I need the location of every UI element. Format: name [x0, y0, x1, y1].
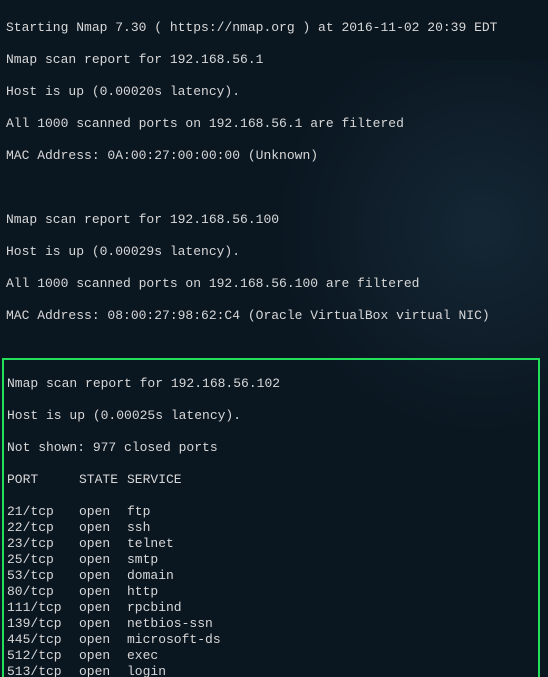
port-table-row: 445/tcpopenmicrosoft-ds — [7, 632, 536, 648]
blank-line — [6, 180, 542, 196]
mac-line: MAC Address: 08:00:27:98:62:C4 (Oracle V… — [6, 308, 542, 324]
host-up-line: Host is up (0.00025s latency). — [7, 408, 536, 424]
state-cell: open — [79, 568, 127, 584]
host-up-line: Host is up (0.00029s latency). — [6, 244, 542, 260]
service-cell: exec — [127, 648, 158, 664]
port-table-row: 25/tcpopensmtp — [7, 552, 536, 568]
port-cell: 25/tcp — [7, 552, 79, 568]
service-cell: domain — [127, 568, 174, 584]
port-cell: 23/tcp — [7, 536, 79, 552]
service-cell: ssh — [127, 520, 150, 536]
state-cell: open — [79, 536, 127, 552]
state-cell: open — [79, 648, 127, 664]
scan-report-line: Nmap scan report for 192.168.56.100 — [6, 212, 542, 228]
service-cell: http — [127, 584, 158, 600]
state-cell: open — [79, 664, 127, 677]
port-table-row: 512/tcpopenexec — [7, 648, 536, 664]
port-cell: 80/tcp — [7, 584, 79, 600]
port-table-row: 111/tcpopenrpcbind — [7, 600, 536, 616]
port-cell: 139/tcp — [7, 616, 79, 632]
service-cell: login — [127, 664, 166, 677]
col-service: SERVICE — [127, 472, 182, 488]
port-table-header: PORTSTATESERVICE — [7, 472, 536, 488]
not-shown-line: Not shown: 977 closed ports — [7, 440, 536, 456]
terminal-output: Starting Nmap 7.30 ( https://nmap.org ) … — [0, 0, 548, 677]
port-cell: 111/tcp — [7, 600, 79, 616]
service-cell: smtp — [127, 552, 158, 568]
port-table-body: 21/tcpopenftp22/tcpopenssh23/tcpopenteln… — [7, 504, 536, 677]
state-cell: open — [79, 632, 127, 648]
service-cell: telnet — [127, 536, 174, 552]
port-table-row: 80/tcpopenhttp — [7, 584, 536, 600]
col-state: STATE — [79, 472, 127, 488]
state-cell: open — [79, 520, 127, 536]
state-cell: open — [79, 584, 127, 600]
service-cell: microsoft-ds — [127, 632, 221, 648]
host-up-line: Host is up (0.00020s latency). — [6, 84, 542, 100]
scan-report-line: Nmap scan report for 192.168.56.102 — [7, 376, 536, 392]
port-table-row: 513/tcpopenlogin — [7, 664, 536, 677]
highlighted-host-box: Nmap scan report for 192.168.56.102 Host… — [2, 358, 540, 677]
filtered-line: All 1000 scanned ports on 192.168.56.1 a… — [6, 116, 542, 132]
service-cell: rpcbind — [127, 600, 182, 616]
port-table-row: 22/tcpopenssh — [7, 520, 536, 536]
state-cell: open — [79, 616, 127, 632]
state-cell: open — [79, 504, 127, 520]
col-port: PORT — [7, 472, 79, 488]
state-cell: open — [79, 600, 127, 616]
port-table-row: 23/tcpopentelnet — [7, 536, 536, 552]
port-cell: 445/tcp — [7, 632, 79, 648]
filtered-line: All 1000 scanned ports on 192.168.56.100… — [6, 276, 542, 292]
service-cell: ftp — [127, 504, 150, 520]
mac-line: MAC Address: 0A:00:27:00:00:00 (Unknown) — [6, 148, 542, 164]
port-table-row: 53/tcpopendomain — [7, 568, 536, 584]
port-cell: 53/tcp — [7, 568, 79, 584]
scan-report-line: Nmap scan report for 192.168.56.1 — [6, 52, 542, 68]
port-cell: 22/tcp — [7, 520, 79, 536]
port-table-row: 139/tcpopennetbios-ssn — [7, 616, 536, 632]
nmap-start-line: Starting Nmap 7.30 ( https://nmap.org ) … — [6, 20, 542, 36]
port-cell: 21/tcp — [7, 504, 79, 520]
state-cell: open — [79, 552, 127, 568]
port-cell: 512/tcp — [7, 648, 79, 664]
service-cell: netbios-ssn — [127, 616, 213, 632]
port-table-row: 21/tcpopenftp — [7, 504, 536, 520]
port-cell: 513/tcp — [7, 664, 79, 677]
